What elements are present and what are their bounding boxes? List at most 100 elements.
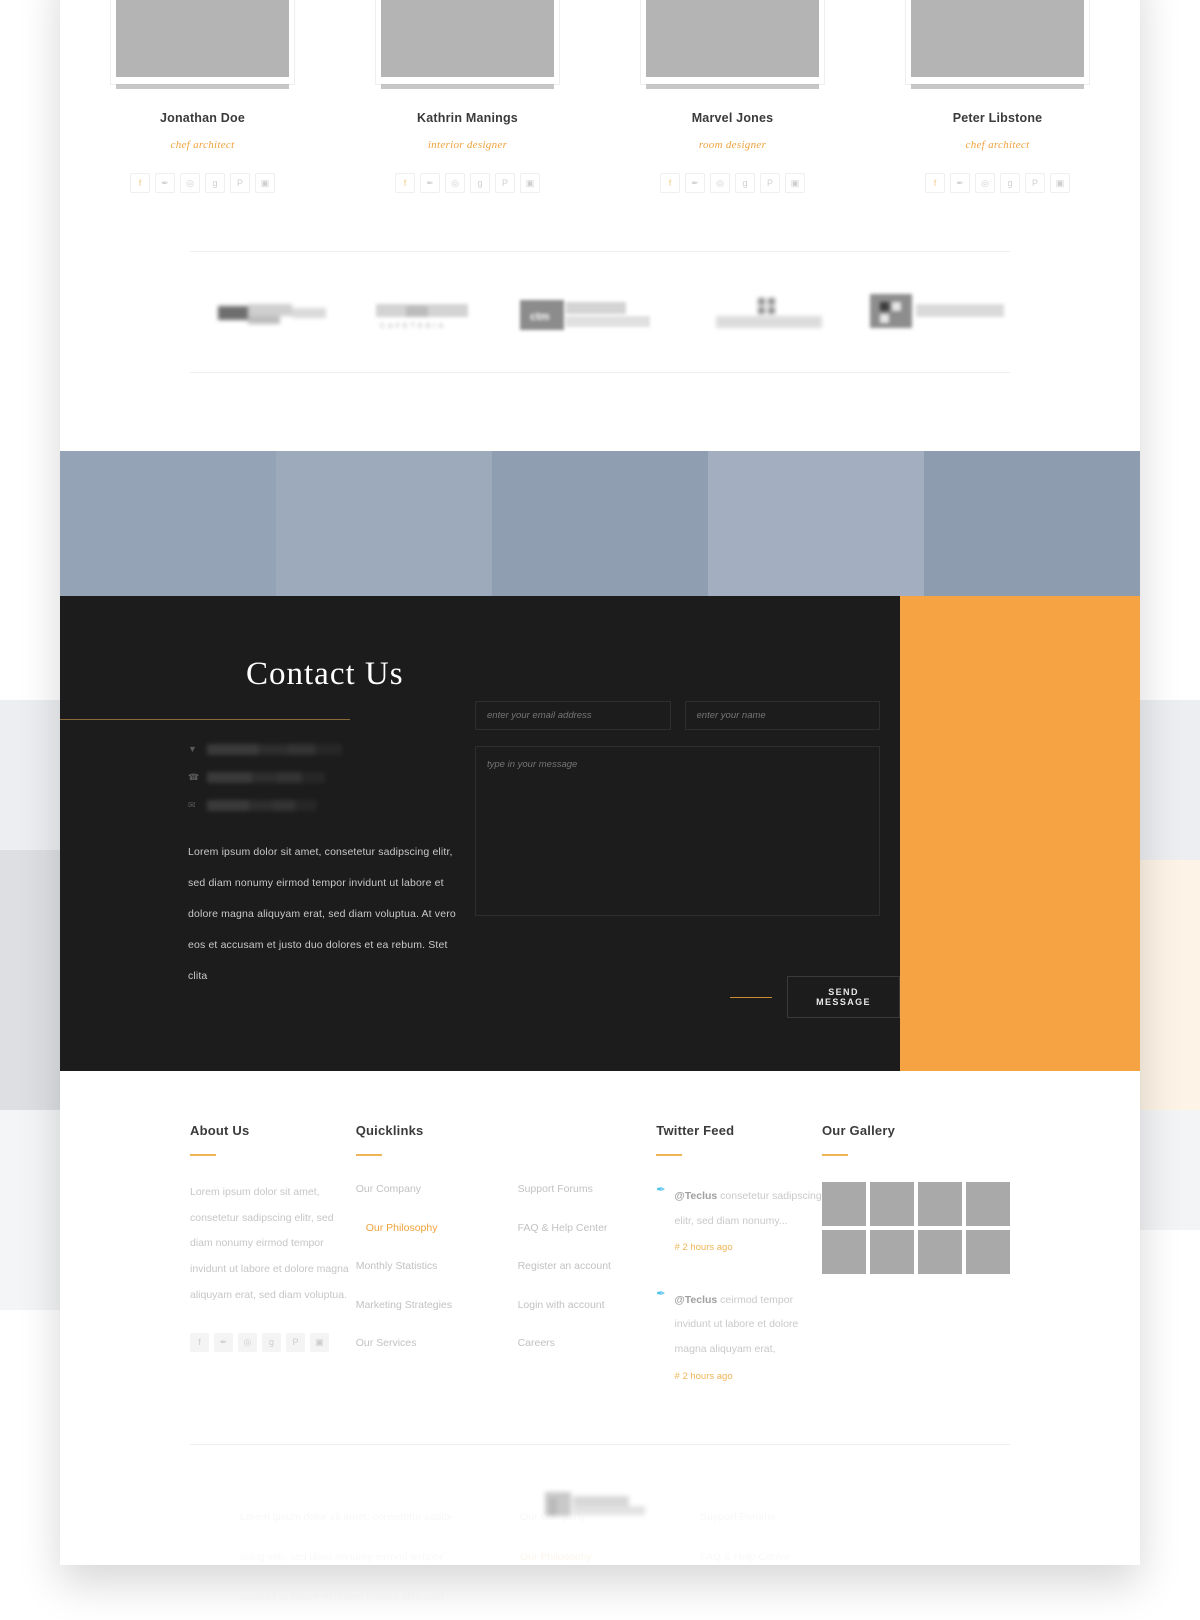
- quicklink-monthly-statistics[interactable]: Monthly Statistics: [356, 1261, 518, 1272]
- team-member-photo: [646, 0, 819, 77]
- instagram-icon[interactable]: ▣: [1050, 173, 1070, 193]
- team-grid: Jonathan Doe chef architect f ✒ ◎ g P ▣ …: [60, 0, 1140, 193]
- footer: About Us Lorem ipsum dolor sit amet, con…: [60, 1071, 1140, 1565]
- facebook-icon[interactable]: f: [130, 173, 150, 193]
- twitter-icon[interactable]: ✒: [685, 173, 705, 193]
- instagram-icon[interactable]: ▣: [255, 173, 275, 193]
- dribbble-icon[interactable]: ◎: [238, 1332, 257, 1352]
- pinterest-icon[interactable]: P: [1025, 173, 1045, 193]
- team-member-photo: [116, 0, 289, 77]
- svg-text:Our Philosophy: Our Philosophy: [520, 1551, 593, 1563]
- gallery-thumb[interactable]: [870, 1182, 914, 1226]
- client-logo-5: [870, 294, 1010, 332]
- quicklink-register-account[interactable]: Register an account: [518, 1261, 657, 1272]
- dribbble-icon[interactable]: ◎: [710, 173, 730, 193]
- instagram-icon[interactable]: ▣: [785, 173, 805, 193]
- team-member-name: Jonathan Doe: [159, 111, 246, 125]
- gallery-thumb[interactable]: [870, 1230, 914, 1274]
- email-field[interactable]: [475, 701, 671, 730]
- tweet-item[interactable]: ✒ @Teclus ceirmod tempor invidunt ut lab…: [656, 1288, 822, 1388]
- dribbble-icon[interactable]: ◎: [180, 173, 200, 193]
- team-member[interactable]: Jonathan Doe chef architect f ✒ ◎ g P ▣: [70, 0, 335, 193]
- pinterest-icon[interactable]: P: [760, 173, 780, 193]
- quicklink-careers[interactable]: Careers: [518, 1338, 657, 1349]
- team-member[interactable]: Kathrin Manings interior designer f ✒ ◎ …: [335, 0, 600, 193]
- quicklink-login-account[interactable]: Login with account: [518, 1299, 657, 1311]
- pinterest-icon[interactable]: P: [286, 1332, 305, 1352]
- quicklink-support-forums[interactable]: Support Forums: [518, 1184, 657, 1195]
- tweet-timestamp: # 2 hours ago: [674, 1242, 733, 1254]
- google-plus-icon[interactable]: g: [1000, 173, 1020, 193]
- instagram-icon[interactable]: ▣: [310, 1332, 329, 1352]
- facebook-icon[interactable]: f: [395, 173, 415, 193]
- send-message-button[interactable]: SEND MESSAGE: [787, 976, 900, 1018]
- tweet-item[interactable]: ✒ @Teclus consetetur sadipscing elitr, s…: [656, 1184, 822, 1260]
- client-logos-section: CAFETERIA ctm: [60, 252, 1140, 372]
- google-plus-icon[interactable]: g: [470, 173, 490, 193]
- footer-socials: f ✒ ◎ g P ▣: [190, 1332, 356, 1352]
- google-plus-icon[interactable]: g: [735, 173, 755, 193]
- twitter-icon: ✒: [656, 1184, 666, 1196]
- facebook-icon[interactable]: f: [190, 1332, 209, 1352]
- name-field[interactable]: [684, 701, 880, 730]
- footer-twitter-column: Twitter Feed ✒ @Teclus consetetur sadips…: [656, 1123, 822, 1388]
- twitter-icon[interactable]: ✒: [950, 173, 970, 193]
- twitter-icon[interactable]: ✒: [155, 173, 175, 193]
- contact-email-value: [207, 800, 317, 811]
- message-field[interactable]: [475, 746, 880, 916]
- svg-text:CAFETERIA: CAFETERIA: [380, 323, 446, 330]
- tweet-handle[interactable]: @Teclus: [675, 1294, 718, 1306]
- team-member-role: interior designer: [427, 139, 508, 151]
- twitter-icon[interactable]: ✒: [420, 173, 440, 193]
- gallery-thumb[interactable]: [918, 1230, 962, 1274]
- heading-rule: [355, 1154, 382, 1156]
- gallery-thumb[interactable]: [822, 1182, 866, 1226]
- footer-quicklinks-column: Quicklinks Our Company Our Philosophy Mo…: [355, 1123, 518, 1388]
- client-logo-1: [190, 296, 330, 332]
- google-plus-icon[interactable]: g: [262, 1332, 281, 1352]
- team-member-role: room designer: [698, 139, 767, 151]
- tweet-handle[interactable]: @Teclus: [675, 1190, 718, 1202]
- quicklink-our-services[interactable]: Our Services: [356, 1338, 518, 1349]
- gallery-thumb[interactable]: [918, 1182, 962, 1226]
- svg-text:scing elitr, sed diam nonumy e: scing elitr, sed diam nonumy eirmod temp…: [240, 1551, 444, 1563]
- footer-columns: About Us Lorem ipsum dolor sit amet, con…: [190, 1123, 1010, 1388]
- pinterest-icon[interactable]: P: [230, 173, 250, 193]
- quicklink-faq-help-center[interactable]: FAQ & Help Center: [518, 1222, 657, 1234]
- team-member-name: Peter Libstone: [952, 111, 1043, 125]
- banner-cell: [492, 451, 708, 596]
- gallery-thumb[interactable]: [966, 1230, 1010, 1274]
- quicklink-our-company[interactable]: Our Company: [356, 1184, 518, 1195]
- facebook-icon[interactable]: f: [660, 173, 680, 193]
- team-member-photo-frame: [905, 0, 1090, 89]
- team-member-socials: f ✒ ◎ g P ▣: [600, 173, 865, 193]
- quicklink-our-philosophy[interactable]: Our Philosophy: [356, 1222, 518, 1234]
- envelope-icon: ✉: [188, 800, 196, 810]
- team-member[interactable]: Marvel Jones room designer f ✒ ◎ g P ▣: [600, 0, 865, 193]
- footer-about-heading: About Us: [190, 1123, 250, 1138]
- contact-dark-panel: Contact Us ▼ ☎ ✉ Lorem ipsum dolor sit a…: [60, 596, 900, 1071]
- contact-info-row: ✉: [188, 800, 478, 811]
- gallery-thumb[interactable]: [822, 1230, 866, 1274]
- footer-quicklinks-column-2: . Support Forums FAQ & Help Center Regis…: [518, 1123, 657, 1388]
- banner-cell: [276, 451, 492, 596]
- google-plus-icon[interactable]: g: [205, 173, 225, 193]
- gallery-grid: [822, 1182, 1010, 1274]
- dribbble-icon[interactable]: ◎: [975, 173, 995, 193]
- contact-address-value: [207, 744, 342, 755]
- team-member-photo-frame: [640, 0, 825, 89]
- svg-text:Lorem ipsum dolor sit amet, co: Lorem ipsum dolor sit amet, consetetur s…: [240, 1511, 454, 1523]
- team-member[interactable]: Peter Libstone chef architect f ✒ ◎ g P …: [865, 0, 1130, 193]
- quicklink-marketing-strategies[interactable]: Marketing Strategies: [356, 1299, 518, 1311]
- pinterest-icon[interactable]: P: [495, 173, 515, 193]
- twitter-icon[interactable]: ✒: [214, 1332, 233, 1352]
- team-member-socials: f ✒ ◎ g P ▣: [335, 173, 600, 193]
- contact-info-list: ▼ ☎ ✉: [188, 744, 478, 828]
- team-member-role: chef architect: [965, 139, 1030, 151]
- footer-gallery-heading: Our Gallery: [822, 1123, 896, 1138]
- gallery-thumb[interactable]: [966, 1182, 1010, 1226]
- facebook-icon[interactable]: f: [925, 173, 945, 193]
- dribbble-icon[interactable]: ◎: [445, 173, 465, 193]
- instagram-icon[interactable]: ▣: [520, 173, 540, 193]
- send-message-row: SEND MESSAGE: [730, 976, 900, 1018]
